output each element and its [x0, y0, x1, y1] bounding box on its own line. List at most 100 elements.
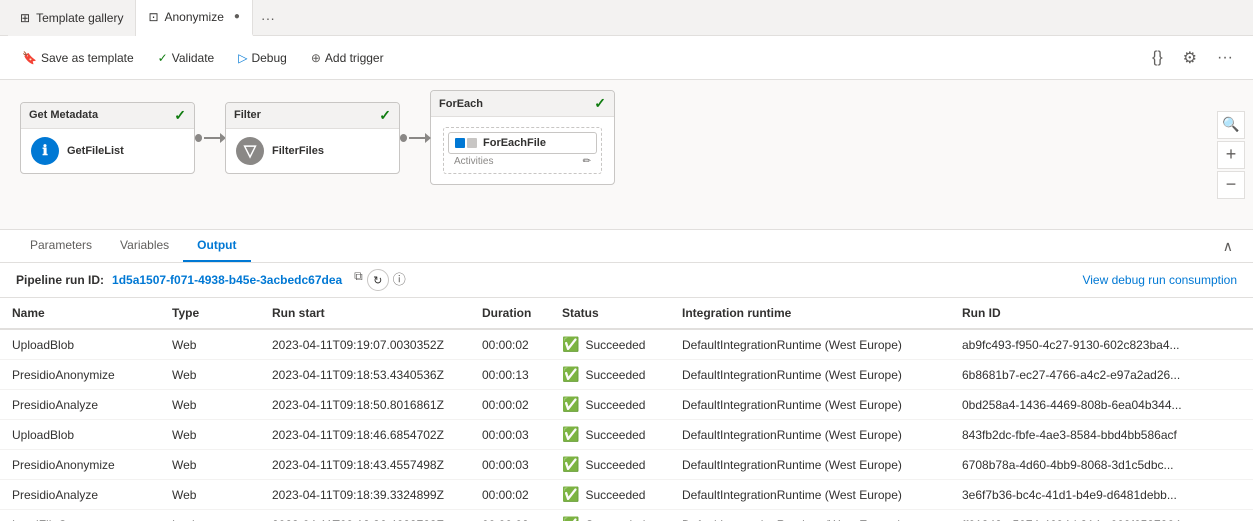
cell-name: UploadBlob [0, 420, 160, 450]
pipeline-canvas-area: Get Metadata ✓ ℹ GetFileList Filter ✓ [0, 80, 1253, 230]
cell-runstart: 2023-04-11T09:18:36.4628723Z [260, 510, 470, 521]
tab-anonymize[interactable]: ⊡ Anonymize ● [136, 0, 252, 36]
cell-runstart: 2023-04-11T09:18:53.4340536Z [260, 360, 470, 390]
bottom-panel: Parameters Variables Output ∧ Pipeline r… [0, 230, 1253, 521]
getmetadata-node[interactable]: Get Metadata ✓ ℹ GetFileList [20, 102, 195, 174]
tab-template-gallery[interactable]: ⊞ Template gallery [8, 0, 136, 36]
zoom-in-button[interactable]: + [1217, 141, 1245, 169]
status-succeeded-icon: ✅ [562, 396, 579, 413]
cell-status: ✅ Succeeded [550, 420, 670, 450]
toolbar-right: {} ⚙ ··· [1144, 44, 1241, 72]
run-id-label: Pipeline run ID: [16, 273, 104, 287]
pipeline-canvas: Get Metadata ✓ ℹ GetFileList Filter ✓ [20, 90, 615, 185]
cell-name: UploadBlob [0, 329, 160, 360]
col-header-status: Status [550, 298, 670, 329]
tab-parameters[interactable]: Parameters [16, 230, 106, 262]
col-header-duration: Duration [470, 298, 550, 329]
debug-button[interactable]: ▷ Debug [228, 47, 297, 69]
canvas-controls: 🔍 + − [1217, 111, 1245, 199]
tab-more-icon[interactable]: ··· [261, 10, 275, 26]
cell-type: Web [160, 420, 260, 450]
table-row[interactable]: PresidioAnalyze Web 2023-04-11T09:18:50.… [0, 390, 1253, 420]
cell-runstart: 2023-04-11T09:18:43.4557498Z [260, 450, 470, 480]
cell-type: Web [160, 360, 260, 390]
table-row[interactable]: PresidioAnalyze Web 2023-04-11T09:18:39.… [0, 480, 1253, 510]
toolbar: 🔖 Save as template ✓ Validate ▷ Debug ⊕ … [0, 36, 1253, 80]
cell-runtime: DefaultIntegrationRuntime (West Europe) [670, 510, 950, 521]
info-icon[interactable]: ⓘ [393, 269, 406, 291]
filter-body: ▽ FilterFiles [226, 129, 399, 173]
foreach-file-label: ForEachFile [483, 137, 546, 149]
more-button[interactable]: ··· [1209, 44, 1241, 72]
save-icon: 🔖 [22, 51, 37, 65]
foreach-header: ForEach ✓ [431, 91, 614, 117]
getmetadata-icon: ℹ [31, 137, 59, 165]
settings-button[interactable]: ⚙ [1175, 44, 1205, 72]
zoom-out-button[interactable]: − [1217, 171, 1245, 199]
foreach-sub-icon1 [455, 138, 465, 148]
status-succeeded-icon: ✅ [562, 516, 579, 521]
cell-type: Web [160, 450, 260, 480]
table-row[interactable]: UploadBlob Web 2023-04-11T09:19:07.00303… [0, 329, 1253, 360]
foreach-activities: Activities ✏ [448, 154, 597, 169]
cell-status: ✅ Succeeded [550, 329, 670, 360]
cell-duration: 00:00:02 [470, 329, 550, 360]
table-row[interactable]: PresidioAnonymize Web 2023-04-11T09:18:4… [0, 450, 1253, 480]
cell-status: ✅ Succeeded [550, 510, 670, 521]
code-button[interactable]: {} [1144, 44, 1171, 72]
cell-name: PresidioAnonymize [0, 360, 160, 390]
add-trigger-button[interactable]: ⊕ Add trigger [301, 47, 394, 69]
foreach-node[interactable]: ForEach ✓ ForEachFile Activities ✏ [430, 90, 615, 185]
table-body: UploadBlob Web 2023-04-11T09:19:07.00303… [0, 329, 1253, 521]
refresh-button[interactable]: ↻ [367, 269, 389, 291]
cell-runtime: DefaultIntegrationRuntime (West Europe) [670, 480, 950, 510]
search-canvas-button[interactable]: 🔍 [1217, 111, 1245, 139]
col-header-runid: Run ID [950, 298, 1253, 329]
cell-duration: 00:00:02 [470, 510, 550, 521]
cell-runtime: DefaultIntegrationRuntime (West Europe) [670, 390, 950, 420]
save-as-template-button[interactable]: 🔖 Save as template [12, 47, 144, 69]
status-succeeded-icon: ✅ [562, 456, 579, 473]
tab-output[interactable]: Output [183, 230, 250, 262]
cell-runid: ab9fc493-f950-4c27-9130-602c823ba4... [950, 329, 1253, 360]
cell-runstart: 2023-04-11T09:18:39.3324899Z [260, 480, 470, 510]
filter-node[interactable]: Filter ✓ ▽ FilterFiles [225, 102, 400, 174]
cell-status: ✅ Succeeded [550, 450, 670, 480]
run-info-bar: Pipeline run ID: 1d5a1507-f071-4938-b45e… [0, 263, 1253, 298]
cell-runid: 843fb2dc-fbfe-4ae3-8584-bbd4bb586acf [950, 420, 1253, 450]
view-debug-link[interactable]: View debug run consumption [1082, 273, 1237, 287]
cell-name: LoadFileContent [0, 510, 160, 521]
cell-runtime: DefaultIntegrationRuntime (West Europe) [670, 360, 950, 390]
cell-runtime: DefaultIntegrationRuntime (West Europe) [670, 329, 950, 360]
run-id-icons: ⧉ ↻ ⓘ [354, 269, 406, 291]
cell-name: PresidioAnalyze [0, 390, 160, 420]
edit-icon[interactable]: ✏ [583, 156, 591, 167]
tab-template-gallery-label: Template gallery [36, 11, 123, 25]
status-succeeded-icon: ✅ [562, 366, 579, 383]
activity-runs-table-container: Name Type Run start Duration Status Inte… [0, 298, 1253, 521]
validate-button[interactable]: ✓ Validate [148, 47, 225, 69]
foreach-sub-icons [455, 138, 477, 148]
cell-status: ✅ Succeeded [550, 390, 670, 420]
foreach-check-icon: ✓ [594, 95, 606, 112]
cell-runid: 6b8681b7-ec27-4766-a4c2-e97a2ad26... [950, 360, 1253, 390]
cell-duration: 00:00:02 [470, 390, 550, 420]
collapse-panel-button[interactable]: ∧ [1219, 234, 1237, 259]
copy-icon[interactable]: ⧉ [354, 269, 363, 291]
cell-runtime: DefaultIntegrationRuntime (West Europe) [670, 450, 950, 480]
table-row[interactable]: UploadBlob Web 2023-04-11T09:18:46.68547… [0, 420, 1253, 450]
tab-bar: ⊞ Template gallery ⊡ Anonymize ● ··· [0, 0, 1253, 36]
cell-name: PresidioAnalyze [0, 480, 160, 510]
cell-type: Lookup [160, 510, 260, 521]
foreach-inner: ForEachFile Activities ✏ [443, 127, 602, 174]
getmetadata-body: ℹ GetFileList [21, 129, 194, 173]
tab-variables[interactable]: Variables [106, 230, 183, 262]
table-row[interactable]: PresidioAnonymize Web 2023-04-11T09:18:5… [0, 360, 1253, 390]
filter-check-icon: ✓ [379, 107, 391, 124]
cell-runid: 3e6f7b36-bc4c-41d1-b4e9-d6481debb... [950, 480, 1253, 510]
foreach-sub-icon2 [467, 138, 477, 148]
foreach-sub-node[interactable]: ForEachFile [448, 132, 597, 154]
tab-anonymize-label: Anonymize [165, 10, 224, 24]
tab-dot: ● [234, 11, 240, 22]
table-row[interactable]: LoadFileContent Lookup 2023-04-11T09:18:… [0, 510, 1253, 521]
